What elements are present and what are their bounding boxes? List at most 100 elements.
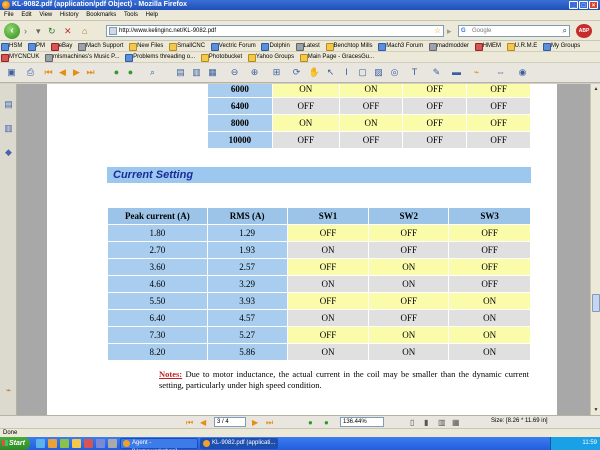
menu-file[interactable]: File: [0, 10, 17, 21]
bookmark-item[interactable]: Benchtop Mills: [325, 41, 375, 51]
scroll-thumb[interactable]: [592, 294, 600, 312]
maximize-button[interactable]: □: [579, 1, 588, 9]
fit-width-icon[interactable]: ▥: [190, 66, 203, 79]
close-button[interactable]: ×: [589, 1, 598, 9]
bookmark-item[interactable]: SmallCNC: [168, 41, 207, 51]
menu-view[interactable]: View: [36, 10, 55, 21]
bookmark-item[interactable]: madmodder: [428, 41, 471, 51]
task-agent[interactable]: Agent - [Homeworkshop]: [120, 438, 198, 450]
bookmark-item[interactable]: HMEM: [474, 41, 503, 51]
attach-icon[interactable]: ⌁: [470, 66, 483, 79]
rotate-icon[interactable]: ⟳: [290, 66, 303, 79]
page-number-input[interactable]: 3 / 4: [214, 417, 246, 427]
last-page-icon[interactable]: ⏭: [266, 417, 273, 428]
url-input[interactable]: http://www.kelinginc.net/KL-9082.pdf ☆: [106, 25, 444, 37]
attachments-panel-icon[interactable]: ⌁: [3, 384, 14, 396]
bookmark-item[interactable]: Photobucket: [200, 52, 244, 62]
bookmark-item[interactable]: Latest: [295, 41, 322, 51]
bookmark-item[interactable]: Mach3 Forum: [377, 41, 425, 51]
history-dropdown-icon[interactable]: ▾: [36, 25, 41, 37]
pages-panel-icon[interactable]: ▤: [3, 98, 14, 110]
menu-edit[interactable]: Edit: [18, 10, 34, 21]
zoom-in-icon[interactable]: ⊕: [248, 66, 261, 79]
stop-button[interactable]: ✕: [64, 25, 72, 37]
menu-bookmarks[interactable]: Bookmarks: [83, 10, 119, 21]
next-page-icon[interactable]: ▶: [70, 66, 83, 79]
quicklaunch-app4-icon[interactable]: [108, 439, 117, 448]
facing-pages-icon[interactable]: ▥: [438, 417, 446, 428]
zoom-tool-icon[interactable]: ⌕: [146, 66, 159, 79]
first-page-icon[interactable]: ⏮: [42, 66, 55, 79]
quicklaunch-ie-icon[interactable]: [36, 439, 45, 448]
reload-button[interactable]: ↻: [48, 25, 56, 37]
bookmark-item[interactable]: U.R.M.E: [506, 41, 540, 51]
zoom-level-input[interactable]: 136.44%: [340, 417, 384, 427]
connect-icon[interactable]: ⇔: [494, 66, 507, 79]
next-page-icon[interactable]: ▶: [252, 417, 258, 428]
last-page-icon[interactable]: ⏭: [84, 66, 97, 79]
scroll-down-icon[interactable]: ▼: [592, 406, 600, 414]
single-page-icon[interactable]: ▯: [410, 417, 414, 428]
start-button[interactable]: Start: [0, 437, 30, 450]
continuous-facing-icon[interactable]: ▦: [452, 417, 460, 428]
quicklaunch-app-icon[interactable]: [60, 439, 69, 448]
bookmark-item[interactable]: Dolphin: [260, 41, 291, 51]
bookmark-item[interactable]: My Groups: [542, 41, 582, 51]
quicklaunch-app3-icon[interactable]: [96, 439, 105, 448]
quicklaunch-folder-icon[interactable]: [72, 439, 81, 448]
go-arrow-icon[interactable]: ▸: [447, 25, 452, 37]
bookmark-item[interactable]: Problems threading o...: [124, 52, 197, 62]
bookmark-item[interactable]: Mach Support: [77, 41, 125, 51]
menu-tools[interactable]: Tools: [121, 10, 141, 21]
vertical-scrollbar[interactable]: ▲ ▼: [590, 84, 600, 415]
bookmark-star-icon[interactable]: ☆: [434, 26, 441, 36]
pdf-document-area[interactable]: 6000 ON ON OFF OFF 6400 OFF OFF OFF OFF 8000 ON ON OF…: [17, 84, 590, 415]
image-select-icon[interactable]: ▢: [356, 66, 369, 79]
bookmark-item[interactable]: Main Page - GracesGu...: [299, 52, 376, 62]
bookmark-item[interactable]: New Files: [128, 41, 165, 51]
quicklaunch-firefox-icon[interactable]: [48, 439, 57, 448]
hand-tool-icon[interactable]: ✋: [308, 66, 321, 79]
previous-page-icon[interactable]: ◀: [56, 66, 69, 79]
back-button[interactable]: ‹: [4, 23, 20, 39]
forward-view-icon[interactable]: ●: [324, 417, 329, 428]
save-icon[interactable]: ▣: [5, 66, 18, 79]
bookmark-item[interactable]: MYCNCUK: [0, 52, 41, 62]
continuous-page-icon[interactable]: ▮: [424, 417, 428, 428]
search-input[interactable]: G Google ⌕: [458, 25, 570, 37]
menu-history[interactable]: History: [57, 10, 82, 21]
typewriter-icon[interactable]: T: [408, 66, 421, 79]
snapshot-icon[interactable]: ⊞: [270, 66, 283, 79]
highlight-icon[interactable]: ▬: [450, 66, 463, 79]
bookmark-item[interactable]: Yahoo Groups: [247, 52, 296, 62]
bookmark-item[interactable]: Vectric Forum: [210, 41, 258, 51]
previous-page-icon[interactable]: ◀: [200, 417, 206, 428]
text-select-icon[interactable]: I: [340, 66, 353, 79]
minimize-button[interactable]: _: [569, 1, 578, 9]
bookmark-item[interactable]: mlsmachines's Music P...: [44, 52, 121, 62]
options-icon[interactable]: ◉: [516, 66, 529, 79]
adblock-button[interactable]: ABP: [576, 24, 592, 38]
print-icon[interactable]: ⎙: [24, 66, 37, 79]
scroll-up-icon[interactable]: ▲: [592, 85, 600, 93]
back-view-icon[interactable]: ●: [110, 66, 123, 79]
bookmark-item[interactable]: HSM: [0, 41, 24, 51]
search-icon[interactable]: ⌕: [563, 26, 567, 36]
bookmarks-panel-icon[interactable]: ▥: [3, 122, 14, 134]
quicklaunch-app2-icon[interactable]: [84, 439, 93, 448]
zoom-out-icon[interactable]: ⊖: [228, 66, 241, 79]
layers-panel-icon[interactable]: ◆: [3, 146, 14, 158]
back-view-icon[interactable]: ●: [308, 417, 313, 428]
find-icon[interactable]: ◎: [388, 66, 401, 79]
forward-button[interactable]: ›: [24, 25, 27, 37]
forward-view-icon[interactable]: ●: [124, 66, 137, 79]
bookmark-item[interactable]: eBay: [50, 41, 75, 51]
actual-size-icon[interactable]: ▦: [206, 66, 219, 79]
bookmark-item[interactable]: PM: [27, 41, 47, 51]
comment-icon[interactable]: ✎: [430, 66, 443, 79]
first-page-icon[interactable]: ⏮: [186, 417, 193, 428]
home-button[interactable]: ⌂: [82, 25, 87, 37]
menu-help[interactable]: Help: [143, 10, 161, 21]
task-firefox-pdf[interactable]: KL-9082.pdf (applicati...: [200, 438, 278, 449]
image-icon[interactable]: ▨: [372, 66, 385, 79]
